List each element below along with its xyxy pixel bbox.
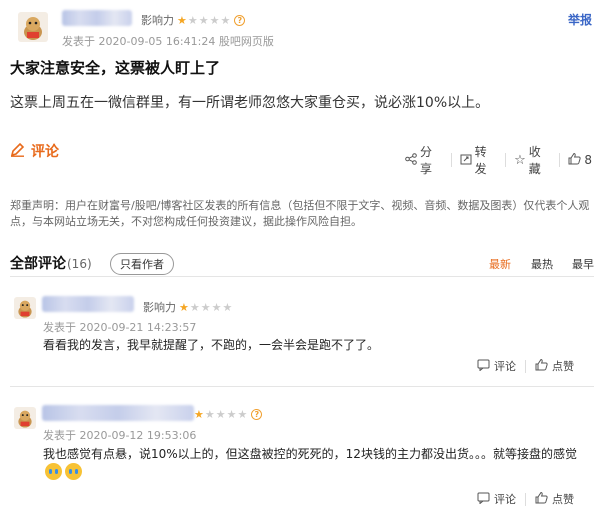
crying-emoji-icon (65, 463, 82, 480)
influence-label: 影响力 (143, 301, 176, 314)
disclaimer: 郑重声明：用户在财富号/股吧/博客社区发表的所有信息（包括但不限于文字、视频、音… (10, 199, 590, 228)
thumbs-up-icon (535, 491, 548, 507)
help-icon[interactable]: ? (234, 14, 246, 26)
commenter-influence: 影响力 ★★★★★ (143, 299, 233, 315)
comment-bubble-icon (477, 492, 490, 507)
post-meta: 发表于 2020-09-05 16:41:24 股吧网页版 (62, 35, 274, 48)
like-button[interactable]: 8 (560, 152, 600, 168)
post-title: 大家注意安全，这票被人盯上了 (10, 59, 221, 77)
commenter-avatar[interactable] (14, 297, 36, 319)
influence-stars: ★★★★★ (179, 300, 234, 314)
help-icon[interactable]: ? (251, 409, 263, 420)
repost-label: 转发 (474, 145, 487, 176)
author-influence: 影响力 ★★★★★ ? (141, 12, 246, 28)
comment-meta: 发表于 2020-09-21 14:23:57 (43, 321, 197, 334)
comment-button[interactable]: 评论 (10, 141, 59, 161)
share-icon (405, 152, 417, 168)
influence-stars: ★★★★★ (194, 408, 249, 421)
commenter-influence: ★★★★★ ? (194, 408, 263, 421)
author-avatar[interactable] (18, 12, 48, 42)
star-icon: ☆ (514, 152, 526, 168)
influence-stars: ★★★★★ (177, 13, 232, 27)
sort-hottest[interactable]: 最热 (531, 256, 553, 272)
emoji-row (45, 463, 82, 480)
crying-emoji-icon (45, 463, 62, 480)
comment-text: 看看我的发言，我早就提醒了，不跑的，一会半会是跑不了了。 (43, 338, 380, 352)
author-only-button[interactable]: 只看作者 (110, 253, 174, 275)
repost-icon (460, 153, 472, 168)
comment-actions: 评论 点赞 (468, 491, 583, 507)
influence-label: 影响力 (141, 14, 174, 27)
sort-earliest[interactable]: 最早 (572, 256, 594, 272)
post-actions: 分享 转发 ☆ 收藏 8 (397, 143, 600, 177)
post-body: 这票上周五在一微信群里，有一所谓老师忽悠大家重仓买，说必涨10%以上。 (10, 95, 490, 111)
comment-bubble-icon (477, 359, 490, 374)
reply-button[interactable]: 评论 (468, 358, 525, 374)
report-link[interactable]: 举报 (568, 11, 592, 28)
pencil-icon (10, 142, 25, 161)
thumbs-up-icon (535, 358, 548, 374)
comment-actions: 评论 点赞 (468, 358, 583, 374)
comment-divider (10, 386, 594, 387)
share-label: 分享 (420, 145, 433, 176)
comment-label: 评论 (31, 144, 59, 160)
like-label: 点赞 (552, 493, 574, 506)
like-button[interactable]: 点赞 (526, 358, 583, 374)
comments-title-label: 全部评论 (10, 256, 66, 272)
comments-count: (16) (67, 257, 92, 271)
reply-label: 评论 (494, 493, 516, 506)
reply-label: 评论 (494, 360, 516, 373)
like-count: 8 (584, 153, 592, 167)
comments-title: 全部评论 (16) (10, 253, 92, 273)
comment-text: 我也感觉有点悬，说10%以上的，但这盘被控的死死的，12块钱的主力都没出货。。。… (43, 447, 577, 461)
like-label: 点赞 (552, 360, 574, 373)
reply-button[interactable]: 评论 (468, 491, 525, 507)
favorite-button[interactable]: ☆ 收藏 (506, 143, 559, 177)
author-name[interactable] (62, 10, 132, 26)
like-button[interactable]: 点赞 (526, 491, 583, 507)
commenter-name[interactable] (42, 296, 134, 312)
thumbs-up-icon (568, 152, 581, 168)
favorite-label: 收藏 (528, 145, 541, 176)
share-button[interactable]: 分享 (397, 143, 451, 177)
commenter-name[interactable] (42, 405, 194, 421)
header-divider (10, 276, 594, 277)
sort-newest[interactable]: 最新 (489, 256, 511, 272)
repost-button[interactable]: 转发 (452, 143, 506, 177)
commenter-avatar[interactable] (14, 407, 36, 429)
comment-meta: 发表于 2020-09-12 19:53:06 (43, 429, 197, 442)
